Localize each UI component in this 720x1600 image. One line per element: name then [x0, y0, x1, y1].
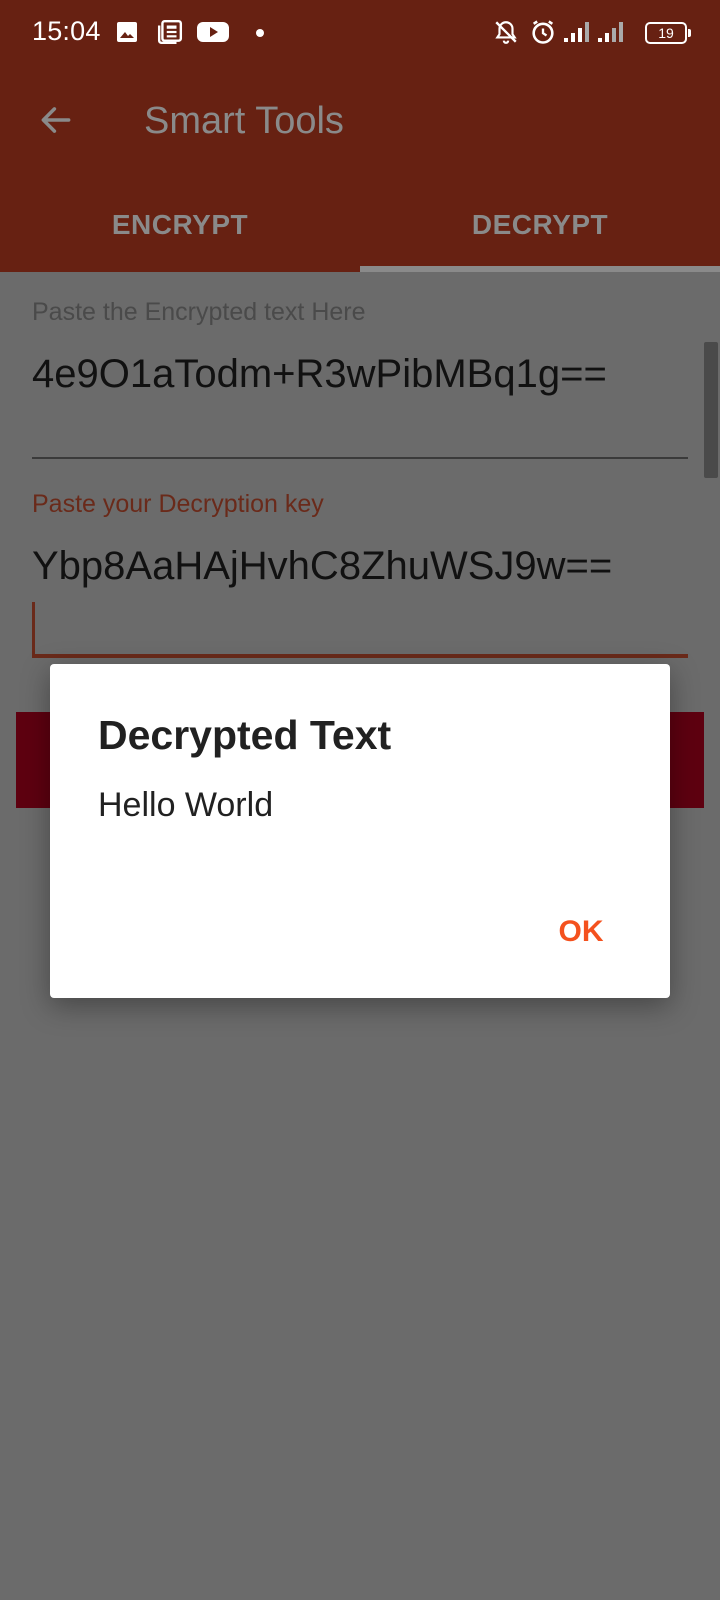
scrollbar[interactable]	[704, 342, 718, 478]
text-cursor	[32, 602, 35, 656]
arrow-left-icon	[41, 107, 71, 133]
encrypted-text-label: Paste the Encrypted text Here	[32, 298, 366, 326]
bell-off-icon	[492, 18, 520, 46]
decryption-key-underline	[32, 654, 688, 658]
decryption-key-label: Paste your Decryption key	[32, 490, 324, 518]
dialog-title: Decrypted Text	[98, 712, 392, 758]
notification-dot-icon	[256, 29, 264, 37]
encrypted-text-input[interactable]: 4e9O1aTodm+R3wPibMBq1g==	[32, 352, 607, 397]
app-header: 15:04 19 Smart Tools ENCRYPT DECRYPT	[0, 0, 720, 272]
ok-button[interactable]: OK	[530, 902, 632, 962]
encrypted-text-underline	[32, 457, 688, 459]
signal-icon	[562, 18, 592, 46]
tab-bar: ENCRYPT DECRYPT	[0, 178, 720, 272]
decryption-key-input[interactable]: Ybp8AaHAjHvhC8ZhuWSJ9w==	[32, 544, 612, 589]
decrypted-text-dialog: Decrypted Text Hello World OK	[50, 664, 670, 998]
app-title: Smart Tools	[144, 100, 344, 142]
image-icon	[114, 18, 140, 46]
news-icon	[156, 18, 184, 46]
tab-decrypt[interactable]: DECRYPT	[360, 178, 720, 272]
status-bar: 15:04 19	[0, 0, 720, 66]
battery-icon: 19	[645, 22, 691, 44]
signal-icon	[596, 18, 626, 46]
app-bar: Smart Tools	[0, 66, 720, 178]
youtube-icon	[196, 18, 230, 46]
back-button[interactable]	[30, 94, 82, 146]
alarm-icon	[528, 18, 558, 46]
dialog-message: Hello World	[98, 786, 274, 824]
status-time: 15:04	[32, 16, 101, 46]
tab-encrypt[interactable]: ENCRYPT	[0, 178, 360, 272]
